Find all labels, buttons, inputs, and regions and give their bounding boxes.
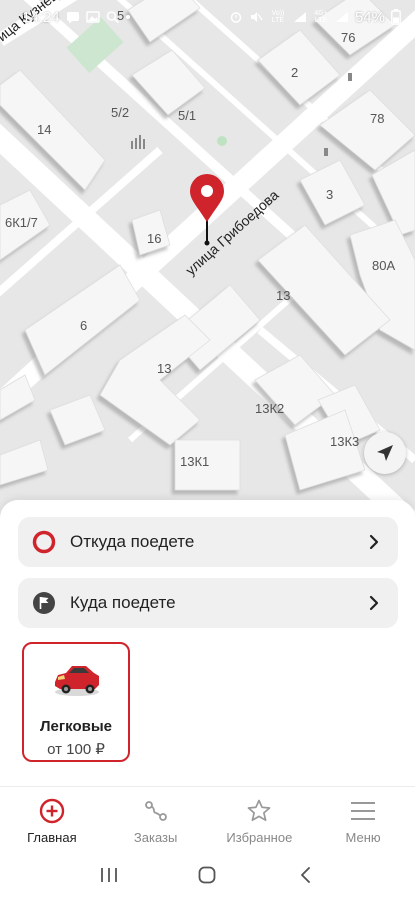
from-address-field[interactable]: Откуда поедете [18,517,398,567]
building-number-label: 14 [37,122,51,137]
recent-apps-icon [101,868,118,882]
signal-1-icon [293,12,306,22]
message-icon [66,12,79,23]
building-number-label: 13 [157,361,171,376]
building-number-label: 6 [80,318,87,333]
to-address-label: Куда поедете [70,593,176,612]
star-icon [248,799,271,822]
building-number-label: 2 [291,65,298,80]
car-icon [55,666,99,696]
map-view[interactable]: 5 76 2 5/2 5/1 14 78 3 6К1/7 16 80А 13 6 13 13К2 13К3 13… [0,0,415,530]
tab-menu-label: Меню [345,830,381,845]
battery-icon [391,9,401,25]
map-canvas: 57625/2 5/1147836К1/71680А1361313К213К313… [0,0,415,530]
volte-label: Vo)) LTE [271,10,285,24]
search-icon [106,11,119,23]
back-button[interactable] [286,855,326,895]
order-sheet: Откуда поедете Куда поедете Легковые от … [0,500,415,786]
bottom-tab-bar: Главная Заказы Избранное Меню [0,786,415,850]
mute-icon [250,12,263,22]
chevron-right-icon [369,534,379,550]
tab-favorites[interactable]: Избранное [208,787,312,850]
tab-menu[interactable]: Меню [311,787,415,850]
building-number-label: 78 [370,111,384,126]
building-number-label: 6К1/7 [5,215,38,230]
home-button[interactable] [187,855,227,895]
tab-main-label: Главная [27,830,77,845]
route-icon [144,801,167,821]
gallery-icon [85,11,100,23]
home-icon [199,866,216,884]
recent-apps-button[interactable] [89,855,129,895]
alarm-icon [230,12,242,23]
tab-orders[interactable]: Заказы [104,787,208,850]
building-number-label: 13 [276,288,290,303]
building-number-label: 80А [372,258,395,273]
building-number-label: 13К3 [330,434,359,449]
destination-flag-icon [33,592,55,614]
network-type-label: 4G+ LTE [314,10,328,24]
from-address-label: Откуда поедете [70,532,195,551]
signal-2-icon [335,12,348,22]
plus-circle-icon [39,798,65,824]
tariff-card-passenger[interactable]: Легковые от 100 ₽ [22,642,130,762]
building-number-label: 5/1 [178,108,196,123]
building-number-label: 13К2 [255,401,284,416]
tariff-name: Легковые [40,718,112,735]
battery-percent: 54% [354,8,385,26]
navigation-arrow-icon [377,445,393,461]
building-number-label: 16 [147,231,161,246]
notification-dot-icon [125,15,130,19]
tab-favorites-label: Избранное [226,830,293,845]
menu-icon [351,802,376,820]
tab-orders-label: Заказы [133,830,178,845]
chevron-right-icon [369,595,379,611]
to-address-field[interactable]: Куда поедете [18,578,398,628]
back-icon [300,867,310,883]
my-location-button[interactable] [364,432,406,474]
status-time: 14:24 [22,8,60,26]
building-number-label: 13К1 [180,454,209,469]
building-number-label: 5/2 [111,105,129,120]
building-number-label: 3 [326,187,333,202]
system-navigation-bar [0,850,415,900]
tab-main[interactable]: Главная [0,787,104,850]
origin-circle-icon [32,530,56,554]
tariff-price: от 100 ₽ [47,741,105,758]
status-bar: 14:24 Vo)) LTE 4G+ LTE 54% [0,0,415,34]
